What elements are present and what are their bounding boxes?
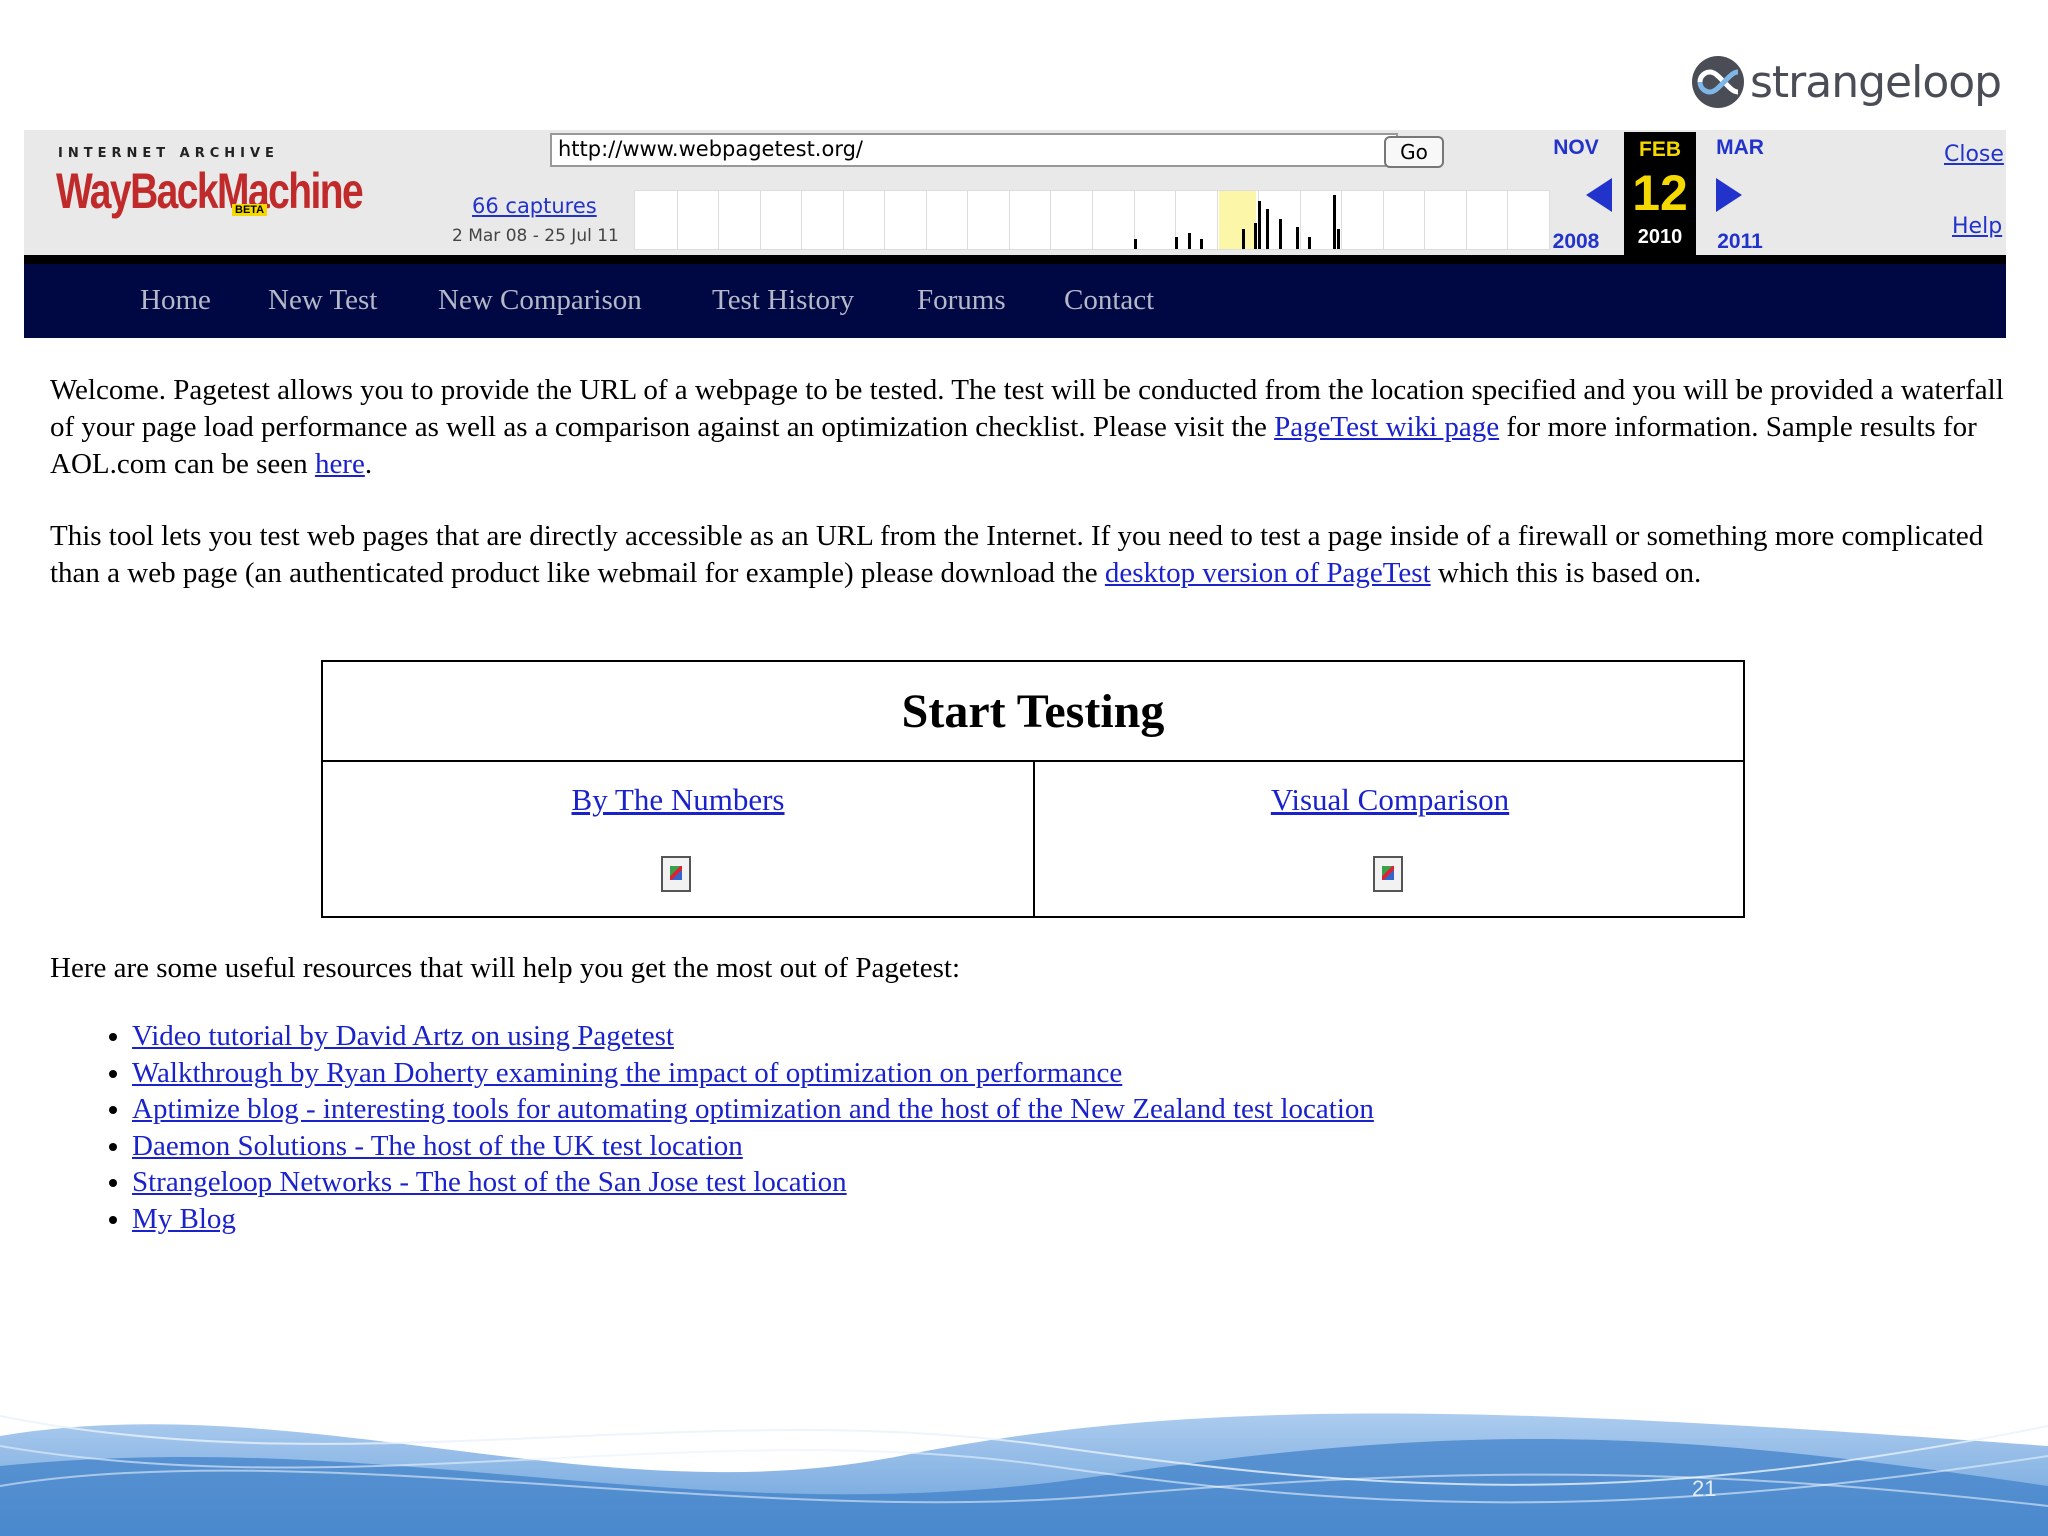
tool-text-2: which this is based on. bbox=[1430, 557, 1702, 589]
histogram-cell bbox=[1382, 191, 1384, 249]
resources-intro: Here are some useful resources that will… bbox=[50, 952, 961, 984]
histogram-cell bbox=[1216, 191, 1218, 249]
broken-image-icon[interactable] bbox=[1373, 856, 1403, 892]
next-year-label[interactable]: 2011 bbox=[1700, 230, 1780, 254]
url-input[interactable]: http://www.webpagetest.org/ bbox=[550, 133, 1398, 167]
here-link[interactable]: here bbox=[315, 448, 365, 480]
list-item: Aptimize blog - interesting tools for au… bbox=[132, 1091, 1374, 1128]
logo-wordmark: strangeloop bbox=[1750, 56, 2002, 108]
prev-month-label[interactable]: NOV bbox=[1536, 136, 1616, 160]
histogram-cell bbox=[884, 191, 886, 249]
internet-archive-label: INTERNET ARCHIVE bbox=[58, 146, 279, 161]
histogram-cell bbox=[759, 191, 761, 249]
close-link[interactable]: Close bbox=[1944, 142, 2004, 167]
histogram-bar bbox=[1295, 227, 1299, 249]
wayback-logo[interactable]: WayBackMachine bbox=[56, 166, 364, 216]
capture-histogram[interactable] bbox=[634, 190, 1550, 250]
welcome-paragraph: Welcome. Pagetest allows you to provide … bbox=[50, 372, 2010, 483]
next-month-label[interactable]: MAR bbox=[1700, 136, 1780, 160]
list-item: Video tutorial by David Artz on using Pa… bbox=[132, 1018, 1374, 1055]
histogram-bar bbox=[1332, 195, 1336, 249]
footer-wave-graphic bbox=[0, 1413, 2048, 1536]
histogram-bar bbox=[1258, 201, 1262, 249]
nav-forums[interactable]: Forums bbox=[917, 284, 1006, 317]
resource-link[interactable]: Walkthrough by Ryan Doherty examining th… bbox=[132, 1057, 1122, 1089]
by-the-numbers-link[interactable]: By The Numbers bbox=[323, 782, 1033, 818]
nav-contact[interactable]: Contact bbox=[1064, 284, 1154, 317]
resource-link[interactable]: Strangeloop Networks - The host of the S… bbox=[132, 1166, 847, 1198]
welcome-text-3: . bbox=[364, 448, 373, 480]
resource-link[interactable]: Daemon Solutions - The host of the UK te… bbox=[132, 1130, 743, 1162]
histogram-bar bbox=[1337, 229, 1341, 249]
visual-comparison-link[interactable]: Visual Comparison bbox=[1035, 782, 1745, 818]
capture-range-text: 2 Mar 08 - 25 Jul 11 bbox=[452, 226, 619, 246]
histogram-bar bbox=[1266, 209, 1270, 249]
start-testing-title: Start Testing bbox=[323, 662, 1743, 762]
resource-link[interactable]: My Blog bbox=[132, 1203, 236, 1235]
list-item: Walkthrough by Ryan Doherty examining th… bbox=[132, 1055, 1374, 1092]
nav-bar: Home New Test New Comparison Test Histor… bbox=[24, 264, 2006, 338]
wiki-link[interactable]: PageTest wiki page bbox=[1274, 411, 1499, 443]
histogram-cell bbox=[1507, 191, 1509, 249]
start-testing-table: Start Testing By The Numbers Visual Comp… bbox=[321, 660, 1745, 918]
list-item: Strangeloop Networks - The host of the S… bbox=[132, 1164, 1374, 1201]
histogram-cell bbox=[925, 191, 927, 249]
list-item: My Blog bbox=[132, 1201, 1374, 1238]
histogram-bar bbox=[1133, 239, 1137, 249]
histogram-bar bbox=[1254, 223, 1258, 249]
list-item: Daemon Solutions - The host of the UK te… bbox=[132, 1128, 1374, 1165]
tool-paragraph: This tool lets you test web pages that a… bbox=[50, 518, 2010, 592]
histogram-cell bbox=[1465, 191, 1467, 249]
histogram-cell bbox=[801, 191, 803, 249]
histogram-cell bbox=[1092, 191, 1093, 249]
histogram-cell bbox=[1050, 191, 1052, 249]
page-number: 21 bbox=[1692, 1476, 1717, 1501]
histogram-bar bbox=[1278, 219, 1282, 249]
nav-home[interactable]: Home bbox=[140, 284, 211, 317]
histogram-bar bbox=[1175, 237, 1179, 249]
current-month-label: FEB bbox=[1639, 138, 1681, 161]
histogram-bar bbox=[1308, 237, 1312, 249]
captures-link[interactable]: 66 captures bbox=[472, 194, 597, 218]
histogram-bar bbox=[1241, 229, 1245, 249]
prev-arrow-icon[interactable] bbox=[1586, 178, 1612, 212]
histogram-bar bbox=[1200, 239, 1204, 249]
strangeloop-logo-icon bbox=[1690, 54, 1746, 110]
histogram-cell bbox=[1341, 191, 1343, 249]
nav-new-comparison[interactable]: New Comparison bbox=[438, 284, 642, 317]
nav-new-test[interactable]: New Test bbox=[268, 284, 377, 317]
histogram-cell bbox=[967, 191, 969, 249]
histogram-cell bbox=[1424, 191, 1426, 249]
histogram-cell bbox=[1299, 191, 1301, 249]
histogram-bar bbox=[1187, 233, 1191, 249]
resources-list: Video tutorial by David Artz on using Pa… bbox=[70, 1018, 1374, 1238]
help-link[interactable]: Help bbox=[1952, 214, 2002, 239]
histogram-cell bbox=[676, 191, 678, 249]
nav-test-history[interactable]: Test History bbox=[712, 284, 854, 317]
next-arrow-icon[interactable] bbox=[1716, 178, 1742, 212]
desktop-version-link[interactable]: desktop version of PageTest bbox=[1105, 557, 1431, 589]
current-day-label: 12 bbox=[1632, 165, 1688, 221]
prev-year-label[interactable]: 2008 bbox=[1536, 230, 1616, 254]
broken-image-icon[interactable] bbox=[661, 856, 691, 892]
go-button[interactable]: Go bbox=[1384, 136, 1444, 168]
strangeloop-logo: strangeloop bbox=[1690, 50, 2002, 114]
resource-link[interactable]: Video tutorial by David Artz on using Pa… bbox=[132, 1020, 674, 1052]
histogram-cell bbox=[842, 191, 844, 249]
histogram-current-highlight bbox=[1218, 191, 1257, 249]
wayback-toolbar: INTERNET ARCHIVE WayBackMachine BETA htt… bbox=[24, 130, 2006, 264]
current-year-label: 2010 bbox=[1637, 226, 1683, 248]
histogram-cell bbox=[1008, 191, 1010, 249]
histogram-cell bbox=[718, 191, 720, 249]
resource-link[interactable]: Aptimize blog - interesting tools for au… bbox=[132, 1093, 1374, 1125]
beta-badge: BETA bbox=[232, 204, 268, 216]
